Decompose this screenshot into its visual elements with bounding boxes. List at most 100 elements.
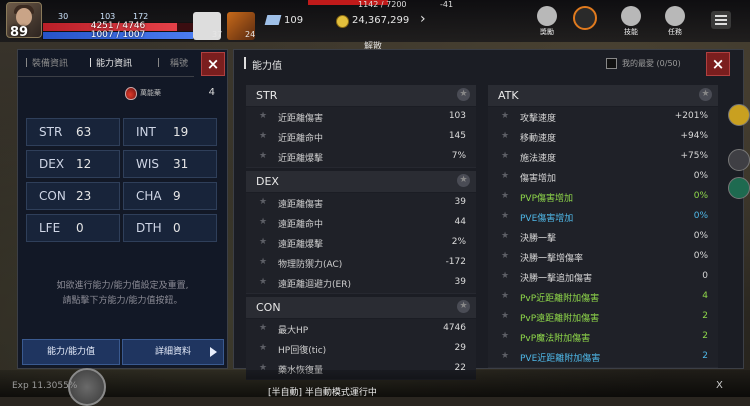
stat-label: 決勝一擊追加傷害	[520, 274, 593, 284]
star-icon[interactable]: ★	[501, 171, 509, 181]
stat-row: ★ 近距離爆擊 7%	[246, 147, 476, 168]
stat-row: ★ 最大HP 4746	[246, 319, 476, 340]
close-button[interactable]: ×	[706, 52, 730, 76]
stat-box-str: STR 63	[26, 118, 120, 146]
star-icon[interactable]: ★	[501, 311, 509, 321]
stat-box-cha: CHA 9	[123, 182, 217, 210]
star-icon[interactable]: ★	[259, 277, 267, 287]
stat-label: PvP遠距離附加傷害	[520, 314, 600, 324]
star-icon[interactable]: ★	[501, 351, 509, 361]
stat-row: ★ 傷害增加 0%	[488, 167, 718, 188]
stat-mini-3: 172	[133, 12, 149, 21]
stat-box-dex: DEX 12	[26, 150, 120, 178]
star-icon[interactable]: ★	[501, 191, 509, 201]
side-swirl-icon[interactable]	[728, 177, 750, 199]
stat-value: 0	[702, 271, 708, 281]
section-title: ATK	[498, 89, 519, 102]
star-icon[interactable]: ★	[259, 237, 267, 247]
fist-icon	[573, 6, 597, 30]
star-icon[interactable]: ★	[501, 291, 509, 301]
stat-box-int: INT 19	[123, 118, 217, 146]
stat-label: 最大HP	[278, 326, 309, 336]
stat-label: 決勝一擊	[520, 234, 557, 244]
favorites-label: 我的最愛 (0/50)	[622, 59, 681, 68]
skill-button[interactable]: 技能	[616, 6, 646, 37]
elixir-label: 萬能藥	[140, 89, 161, 97]
stat-value: 2	[702, 331, 708, 341]
stat-label: PvP魔法附加傷害	[520, 334, 591, 344]
attack-mode-button[interactable]	[570, 6, 600, 31]
star-icon[interactable]: ★	[457, 300, 470, 313]
star-icon[interactable]: ★	[501, 231, 509, 241]
ability-values-header: 能力值 我的最愛 (0/50)	[234, 50, 743, 76]
stat-label: 近距離命中	[278, 134, 324, 144]
close-icon[interactable]: X	[716, 380, 723, 391]
gem-count: 109	[284, 15, 304, 26]
close-button[interactable]: ×	[201, 52, 225, 76]
quest-icon	[665, 6, 685, 26]
stat-value: 0%	[693, 231, 708, 241]
stat-box-dth: DTH 0	[123, 214, 217, 242]
stat-mini-2: 103	[100, 12, 116, 21]
chevron-right-icon[interactable]: ›	[420, 11, 426, 27]
star-icon[interactable]: ★	[501, 111, 509, 121]
reward-button[interactable]: 獎勵	[532, 6, 562, 37]
ability-values-panel: 能力值 我的最愛 (0/50) × STR ★ ★ 近距離傷害 103 ★ 近距離命中 145…	[233, 49, 744, 380]
star-icon[interactable]: ★	[259, 323, 267, 333]
favorites-checkbox[interactable]	[606, 58, 617, 69]
ability-stats-button[interactable]: 能力/能力值	[22, 339, 120, 365]
stat-box-wis: WIS 31	[123, 150, 217, 178]
stat-value: 4746	[443, 323, 466, 333]
quest-button[interactable]: 任務	[660, 6, 690, 37]
star-icon[interactable]: ★	[457, 174, 470, 187]
stat-value: 44	[454, 217, 466, 227]
stat-value: 0%	[693, 211, 708, 221]
menu-icon[interactable]	[711, 11, 731, 29]
star-icon[interactable]: ★	[501, 211, 509, 221]
stat-row: ★ PvP魔法附加傷害 2	[488, 327, 718, 348]
star-icon[interactable]: ★	[259, 197, 267, 207]
star-icon[interactable]: ★	[259, 257, 267, 267]
auto-mode-status: [半自動] 半自動模式運行中	[268, 388, 377, 398]
section-header: ATK ★	[488, 85, 718, 106]
stat-box-lfe: LFE 0	[26, 214, 120, 242]
star-icon[interactable]: ★	[259, 217, 267, 227]
star-icon[interactable]: ★	[501, 271, 509, 281]
star-icon[interactable]: ★	[457, 88, 470, 101]
star-icon[interactable]: ★	[259, 151, 267, 161]
star-icon[interactable]: ★	[699, 88, 712, 101]
side-play-icon[interactable]	[728, 149, 750, 171]
gold-amount: 24,367,299	[352, 15, 410, 26]
detail-info-button[interactable]: 詳細資料	[122, 339, 224, 365]
star-icon[interactable]: ★	[501, 131, 509, 141]
side-star-icon[interactable]	[728, 104, 750, 126]
mp-text: 1007 / 1007	[90, 30, 146, 40]
stat-value: 29	[454, 343, 466, 353]
star-icon[interactable]: ★	[501, 331, 509, 341]
help-text: 如欲進行能力/能力值設定及重置, 請點擊下方能力/能力值按鈕。	[56, 281, 189, 306]
section-header: CON ★	[246, 297, 476, 318]
stat-row: ★ 遠距離命中 44	[246, 213, 476, 234]
stat-mini-1: 30	[58, 12, 69, 21]
top-hud: 89 30 103 172 4251 / 4746 1007 / 1007 37…	[0, 0, 750, 42]
stat-label: 遠距離傷害	[278, 200, 324, 210]
stat-label: 移動速度	[520, 134, 557, 144]
star-icon[interactable]: ★	[501, 151, 509, 161]
star-icon[interactable]: ★	[501, 251, 509, 261]
section-header: DEX ★	[246, 171, 476, 192]
star-icon[interactable]: ★	[259, 131, 267, 141]
tab-ability-info[interactable]: 能力資訊	[96, 56, 132, 69]
stat-row: ★ 遠距離迴避力(ER) 39	[246, 273, 476, 294]
coordinate-readout: -41	[440, 0, 454, 9]
panel-title: 能力值	[252, 61, 282, 72]
tab-title[interactable]: 稱號	[170, 56, 188, 69]
stat-value: +201%	[674, 111, 708, 121]
star-icon[interactable]: ★	[259, 343, 267, 353]
stat-label: 傷害增加	[520, 174, 557, 184]
stat-label: PvP近距離附加傷害	[520, 294, 600, 304]
mp-bar: 1007 / 1007	[42, 30, 194, 40]
star-icon[interactable]: ★	[259, 111, 267, 121]
stat-row: ★ PVE近距離附加傷害 2	[488, 347, 718, 368]
exp-percent: Exp 11.3055%	[12, 381, 78, 391]
tab-equipment-info[interactable]: 裝備資訊	[32, 56, 68, 69]
